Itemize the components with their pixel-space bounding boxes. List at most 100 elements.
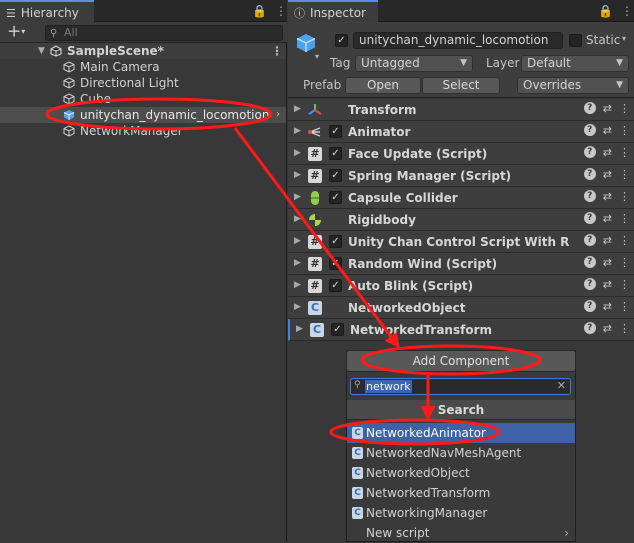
kebab-menu-icon[interactable]: ⋮ bbox=[619, 102, 630, 115]
component-row-transform[interactable]: ▶ Transform ? ⇄ ⋮ bbox=[288, 99, 634, 121]
preset-icon[interactable]: ⇄ bbox=[603, 234, 612, 247]
help-icon[interactable]: ? bbox=[583, 168, 596, 180]
hierarchy-tab[interactable]: ☰ Hierarchy bbox=[0, 0, 94, 22]
component-enabled-checkbox[interactable]: ✓ bbox=[329, 235, 342, 248]
result-item[interactable]: C NetworkedObject bbox=[347, 463, 575, 483]
preset-icon[interactable]: ⇄ bbox=[603, 278, 612, 291]
component-row-networked-object[interactable]: ▶ C NetworkedObject ? ⇄ ⋮ bbox=[288, 297, 634, 319]
result-item[interactable]: C NetworkedTransform bbox=[347, 483, 575, 503]
help-icon[interactable]: ? bbox=[583, 146, 596, 158]
preset-icon[interactable]: ⇄ bbox=[603, 300, 612, 313]
tag-dropdown[interactable]: Untagged ▼ bbox=[355, 55, 473, 72]
foldout-arrow-icon[interactable]: ▶ bbox=[294, 214, 301, 224]
static-checkbox[interactable] bbox=[569, 34, 582, 47]
overrides-dropdown[interactable]: Overrides ▼ bbox=[517, 77, 629, 94]
component-enabled-checkbox[interactable]: ✓ bbox=[331, 323, 344, 336]
gameobject-cube-icon bbox=[63, 61, 75, 73]
kebab-menu-icon[interactable]: ⋮ bbox=[619, 124, 630, 137]
scene-row[interactable]: ▼ SampleScene* ⋮ bbox=[0, 43, 286, 59]
help-icon[interactable]: ? bbox=[583, 322, 596, 334]
add-object-button[interactable]: +▾ bbox=[7, 22, 25, 42]
preset-icon[interactable]: ⇄ bbox=[603, 146, 612, 159]
kebab-menu-icon[interactable]: ⋮ bbox=[619, 256, 630, 269]
chevron-down-icon[interactable]: ▾ bbox=[622, 34, 626, 43]
component-row-unity-chan-control[interactable]: ▶ # ✓ Unity Chan Control Script With Rgi… bbox=[288, 231, 634, 253]
preset-icon[interactable]: ⇄ bbox=[603, 102, 612, 115]
kebab-menu-icon[interactable]: ⋮ bbox=[621, 4, 633, 18]
prefab-open-button[interactable]: Open bbox=[345, 77, 421, 94]
preset-icon[interactable]: ⇄ bbox=[603, 168, 612, 181]
component-enabled-checkbox[interactable]: ✓ bbox=[329, 147, 342, 160]
add-component-button[interactable]: Add Component bbox=[346, 350, 576, 372]
object-name-field[interactable]: unitychan_dynamic_locomotion bbox=[353, 32, 563, 49]
foldout-arrow-icon[interactable]: ▶ bbox=[294, 192, 301, 202]
preset-icon[interactable]: ⇄ bbox=[603, 256, 612, 269]
help-icon[interactable]: ? bbox=[583, 124, 596, 136]
component-row-face-update[interactable]: ▶ # ✓ Face Update (Script) ? ⇄ ⋮ bbox=[288, 143, 634, 165]
kebab-menu-icon[interactable]: ⋮ bbox=[619, 300, 630, 313]
hierarchy-item[interactable]: NetworkManager bbox=[0, 123, 286, 139]
inspector-tab[interactable]: ⓘ Inspector bbox=[288, 0, 378, 22]
foldout-arrow-icon[interactable]: ▶ bbox=[294, 104, 301, 114]
foldout-arrow-icon[interactable]: ▶ bbox=[294, 126, 301, 136]
preset-icon[interactable]: ⇄ bbox=[603, 124, 612, 137]
component-row-capsule-collider[interactable]: ▶ ✓ Capsule Collider ? ⇄ ⋮ bbox=[288, 187, 634, 209]
result-item[interactable]: C NetworkingManager bbox=[347, 503, 575, 523]
component-enabled-checkbox[interactable]: ✓ bbox=[329, 191, 342, 204]
help-icon[interactable]: ? bbox=[583, 278, 596, 290]
prefab-select-button[interactable]: Select bbox=[422, 77, 500, 94]
kebab-menu-icon[interactable]: ⋮ bbox=[619, 168, 630, 181]
kebab-menu-icon[interactable]: ⋮ bbox=[619, 190, 630, 203]
hierarchy-item[interactable]: Cube bbox=[0, 91, 286, 107]
hierarchy-search-input[interactable]: ⚲ All bbox=[45, 25, 283, 41]
preset-icon[interactable]: ⇄ bbox=[603, 322, 612, 335]
chevron-down-icon[interactable]: ▾ bbox=[315, 52, 319, 61]
component-row-networked-transform[interactable]: ▶ C ✓ NetworkedTransform ? ⇄ ⋮ bbox=[288, 319, 634, 341]
preset-icon[interactable]: ⇄ bbox=[603, 190, 612, 203]
active-checkbox[interactable]: ✓ bbox=[335, 34, 348, 47]
hierarchy-item[interactable]: Main Camera bbox=[0, 59, 286, 75]
layer-dropdown[interactable]: Default ▼ bbox=[521, 55, 629, 72]
foldout-arrow-icon[interactable]: ▶ bbox=[294, 170, 301, 180]
chevron-right-icon[interactable]: › bbox=[276, 107, 280, 123]
foldout-arrow-icon[interactable]: ▶ bbox=[294, 258, 301, 268]
component-enabled-checkbox[interactable]: ✓ bbox=[329, 257, 342, 270]
component-row-random-wind[interactable]: ▶ # ✓ Random Wind (Script) ? ⇄ ⋮ bbox=[288, 253, 634, 275]
kebab-menu-icon[interactable]: ⋮ bbox=[275, 4, 287, 18]
kebab-menu-icon[interactable]: ⋮ bbox=[619, 234, 630, 247]
help-icon[interactable]: ? bbox=[583, 190, 596, 202]
kebab-menu-icon[interactable]: ⋮ bbox=[271, 43, 283, 59]
component-row-animator[interactable]: ▶ ✓ Animator ? ⇄ ⋮ bbox=[288, 121, 634, 143]
foldout-arrow-icon[interactable]: ▶ bbox=[296, 324, 303, 334]
component-row-rigidbody[interactable]: ▶ Rigidbody ? ⇄ ⋮ bbox=[288, 209, 634, 231]
hierarchy-item[interactable]: Directional Light bbox=[0, 75, 286, 91]
foldout-arrow-icon[interactable]: ▶ bbox=[294, 148, 301, 158]
hierarchy-item-selected[interactable]: unitychan_dynamic_locomotion › bbox=[0, 107, 286, 123]
component-search-input[interactable]: ⚲ network ✕ bbox=[350, 378, 571, 395]
help-icon[interactable]: ? bbox=[583, 300, 596, 312]
component-row-auto-blink[interactable]: ▶ # ✓ Auto Blink (Script) ? ⇄ ⋮ bbox=[288, 275, 634, 297]
component-enabled-checkbox[interactable]: ✓ bbox=[329, 279, 342, 292]
component-name: Auto Blink (Script) bbox=[348, 279, 474, 293]
kebab-menu-icon[interactable]: ⋮ bbox=[619, 278, 630, 291]
help-icon[interactable]: ? bbox=[583, 212, 596, 224]
help-icon[interactable]: ? bbox=[583, 102, 596, 114]
new-script-item[interactable]: New script › bbox=[347, 523, 575, 543]
result-item[interactable]: C NetworkedAnimator bbox=[347, 423, 575, 443]
component-row-spring-manager[interactable]: ▶ # ✓ Spring Manager (Script) ? ⇄ ⋮ bbox=[288, 165, 634, 187]
kebab-menu-icon[interactable]: ⋮ bbox=[619, 322, 630, 335]
clear-icon[interactable]: ✕ bbox=[557, 379, 566, 392]
foldout-arrow-icon[interactable]: ▶ bbox=[294, 302, 301, 312]
result-item[interactable]: C NetworkedNavMeshAgent bbox=[347, 443, 575, 463]
preset-icon[interactable]: ⇄ bbox=[603, 212, 612, 225]
component-enabled-checkbox[interactable]: ✓ bbox=[329, 169, 342, 182]
help-icon[interactable]: ? bbox=[583, 234, 596, 246]
lock-icon[interactable]: 🔒 bbox=[598, 4, 613, 18]
component-enabled-checkbox[interactable]: ✓ bbox=[329, 125, 342, 138]
kebab-menu-icon[interactable]: ⋮ bbox=[619, 146, 630, 159]
lock-icon[interactable]: 🔒 bbox=[252, 4, 267, 18]
help-icon[interactable]: ? bbox=[583, 256, 596, 268]
foldout-arrow-icon[interactable]: ▶ bbox=[294, 280, 301, 290]
foldout-arrow-icon[interactable]: ▶ bbox=[294, 236, 301, 246]
kebab-menu-icon[interactable]: ⋮ bbox=[619, 212, 630, 225]
